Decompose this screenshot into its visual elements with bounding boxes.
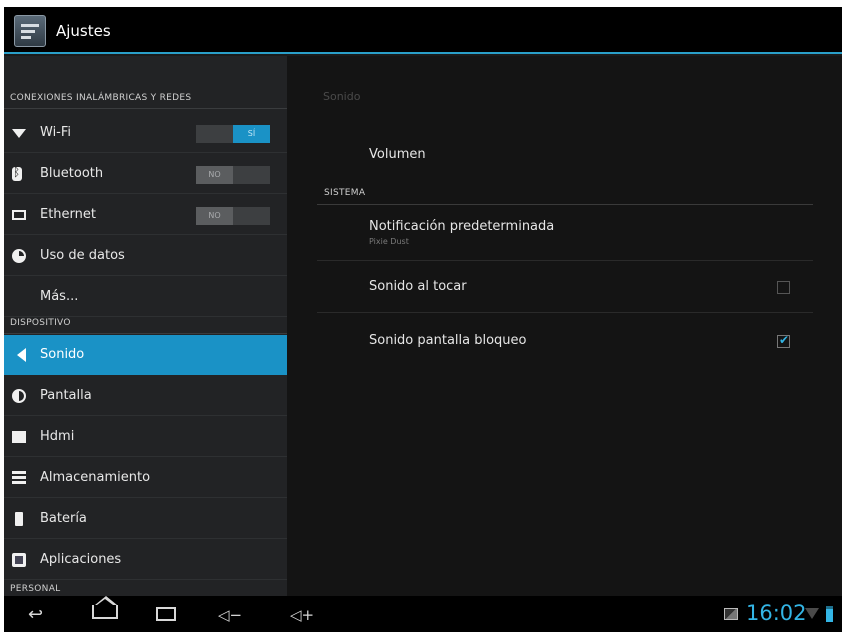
row-title: Notificación predeterminada [369, 219, 555, 234]
display-icon [12, 389, 26, 403]
sound-settings-panel: Sonido Volumen SISTEMA Notificación pred… [287, 56, 842, 596]
data-usage-icon [12, 249, 26, 263]
back-icon[interactable]: ↩ [28, 604, 43, 625]
sidebar-item-label: Wi-Fi [40, 125, 72, 140]
volume-label: Volumen [369, 147, 426, 162]
default-notification-row[interactable]: Notificación predeterminada Pixie Dust [317, 206, 813, 261]
navigation-bar: ↩ ◁− ◁+ 16:02 [4, 596, 842, 632]
divider [317, 204, 813, 205]
sidebar-item-sound[interactable]: Sonido [4, 335, 287, 375]
toggle-label: SÍ [233, 125, 270, 143]
ethernet-icon [12, 210, 26, 220]
volume-up-button[interactable]: ◁+ [290, 606, 314, 624]
sidebar-item-label: Almacenamiento [40, 470, 151, 485]
home-icon[interactable] [92, 596, 118, 619]
app-title: Ajustes [56, 22, 111, 40]
sidebar-item-label: Sonido [40, 347, 85, 362]
action-bar: Ajustes [4, 7, 842, 54]
sidebar-item-data-usage[interactable]: Uso de datos [4, 236, 287, 276]
sidebar-item-ethernet[interactable]: Ethernet NO [4, 195, 287, 235]
apps-icon [12, 553, 26, 567]
battery-icon [15, 512, 23, 526]
row-subtitle: Pixie Dust [369, 237, 409, 246]
volume-down-button[interactable]: ◁− [218, 606, 242, 624]
wifi-toggle[interactable]: SÍ [196, 125, 270, 143]
sidebar-item-label: Bluetooth [40, 166, 104, 181]
settings-app-icon[interactable] [14, 15, 46, 47]
storage-icon [12, 471, 26, 485]
sidebar-item-label: Hdmi [40, 429, 75, 444]
hdmi-icon [12, 431, 26, 443]
toggle-label: NO [196, 207, 233, 225]
section-header-system: SISTEMA [324, 188, 366, 198]
sidebar-item-wifi[interactable]: Wi-Fi SÍ [4, 113, 287, 153]
ethernet-toggle[interactable]: NO [196, 207, 270, 225]
recent-apps-icon[interactable] [156, 607, 176, 621]
battery-status-icon [826, 606, 833, 622]
wifi-icon [12, 129, 26, 143]
sidebar-item-bluetooth[interactable]: Bluetooth NO [4, 154, 287, 194]
bluetooth-toggle[interactable]: NO [196, 166, 270, 184]
page-title: Sonido [323, 90, 361, 103]
sidebar-item-label: Más... [40, 289, 79, 304]
volume-row[interactable]: Volumen [317, 136, 813, 176]
sidebar-item-apps[interactable]: Aplicaciones [4, 540, 287, 580]
bluetooth-icon [12, 165, 22, 181]
lock-screen-sound-row[interactable]: Sonido pantalla bloqueo [317, 313, 813, 367]
settings-sidebar: CONEXIONES INALÁMBRICAS Y REDES Wi-Fi SÍ… [4, 56, 287, 600]
sidebar-item-label: Aplicaciones [40, 552, 122, 567]
row-title: Sonido al tocar [369, 279, 467, 294]
touch-sound-row[interactable]: Sonido al tocar [317, 261, 813, 313]
sidebar-item-label: Pantalla [40, 388, 92, 403]
row-title: Sonido pantalla bloqueo [369, 333, 527, 348]
sound-icon [12, 348, 26, 362]
section-header-device: DISPOSITIVO [4, 318, 287, 334]
lock-screen-sound-checkbox[interactable] [777, 333, 790, 348]
wifi-signal-icon [805, 608, 819, 619]
touch-sound-checkbox[interactable] [777, 281, 790, 294]
section-header-personal: PERSONAL [4, 584, 287, 600]
sidebar-item-label: Ethernet [40, 207, 96, 222]
screenshot-notification-icon[interactable] [724, 608, 738, 620]
section-header-wireless: CONEXIONES INALÁMBRICAS Y REDES [4, 93, 287, 109]
sidebar-item-storage[interactable]: Almacenamiento [4, 458, 287, 498]
sidebar-item-display[interactable]: Pantalla [4, 376, 287, 416]
sidebar-item-more[interactable]: Más... [4, 277, 287, 317]
sidebar-item-label: Uso de datos [40, 248, 125, 263]
device-screen: Ajustes CONEXIONES INALÁMBRICAS Y REDES … [4, 7, 842, 632]
sidebar-item-hdmi[interactable]: Hdmi [4, 417, 287, 457]
sidebar-item-label: Batería [40, 511, 87, 526]
sidebar-item-battery[interactable]: Batería [4, 499, 287, 539]
toggle-label: NO [196, 166, 233, 184]
status-clock[interactable]: 16:02 [746, 601, 807, 625]
